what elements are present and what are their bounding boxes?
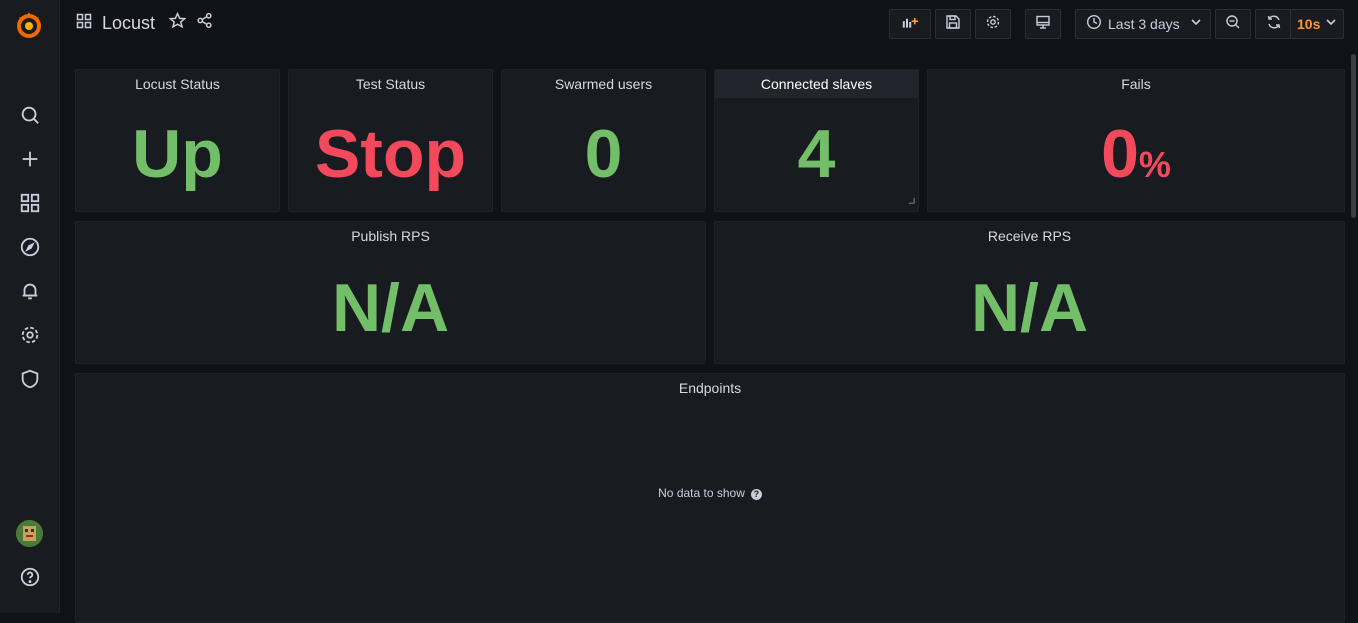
grafana-logo-icon[interactable] (12, 8, 46, 42)
panel-publish-rps[interactable]: Publish RPS N/A (75, 221, 706, 364)
no-data-text: No data to show (658, 486, 745, 500)
explore-compass-icon[interactable] (14, 231, 46, 263)
panel-title[interactable]: Fails (928, 76, 1344, 92)
dashboard-navbar: Locust Last 3 days 10s (60, 0, 1358, 52)
panel-title[interactable]: Receive RPS (715, 228, 1344, 244)
view-mode-button[interactable] (1025, 9, 1061, 39)
gear-icon (985, 14, 1001, 35)
dashboard-grid-icon (76, 13, 92, 34)
panel-title[interactable]: Publish RPS (76, 228, 705, 244)
panel-title[interactable]: Connected slaves (715, 70, 918, 98)
stat-unit: % (1138, 144, 1171, 185)
save-dashboard-button[interactable] (935, 9, 971, 39)
stat-value: 4 (797, 116, 836, 192)
resize-handle-icon[interactable] (908, 191, 915, 209)
zoom-out-button[interactable] (1215, 9, 1251, 39)
add-panel-button[interactable] (889, 9, 931, 39)
dashboards-grid-icon[interactable] (14, 187, 46, 219)
panel-title[interactable]: Locust Status (76, 76, 279, 92)
dashboard-settings-button[interactable] (975, 9, 1011, 39)
refresh-interval-label: 10s (1297, 16, 1321, 32)
star-icon[interactable] (168, 11, 187, 34)
clock-icon (1086, 14, 1102, 35)
panel-receive-rps[interactable]: Receive RPS N/A (714, 221, 1345, 364)
alerting-bell-icon[interactable] (14, 275, 46, 307)
panel-fails[interactable]: Fails 0% (927, 69, 1345, 212)
no-data-message: No data to show? (76, 486, 1344, 500)
configuration-gear-icon[interactable] (14, 319, 46, 351)
panel-endpoints[interactable]: Endpoints No data to show? (75, 373, 1345, 623)
page-scrollbar[interactable] (1351, 54, 1356, 218)
chevron-down-icon (1188, 14, 1204, 35)
refresh-button[interactable] (1255, 9, 1291, 39)
chevron-down-icon (1323, 14, 1339, 35)
zoom-out-icon (1225, 14, 1241, 35)
sidebar (0, 0, 60, 613)
panel-locust-status[interactable]: Locust Status Up (75, 69, 280, 212)
panel-swarmed-users[interactable]: Swarmed users 0 (501, 69, 706, 212)
panel-connected-slaves[interactable]: Connected slaves 4 (714, 69, 919, 212)
panel-title[interactable]: Test Status (289, 76, 492, 92)
search-icon[interactable] (14, 99, 46, 131)
help-question-icon[interactable]: ? (750, 489, 762, 500)
panel-title[interactable]: Swarmed users (502, 76, 705, 92)
stat-value: N/A (331, 270, 450, 346)
time-range-label: Last 3 days (1108, 16, 1180, 32)
stat-value: Up (132, 116, 223, 192)
panel-title[interactable]: Endpoints (76, 380, 1344, 396)
server-admin-shield-icon[interactable] (14, 363, 46, 395)
user-avatar[interactable] (16, 520, 43, 547)
time-range-picker[interactable]: Last 3 days (1075, 9, 1211, 39)
stat-value: 0 (1101, 116, 1139, 192)
dashboard-title[interactable]: Locust (102, 13, 155, 34)
panel-test-status[interactable]: Test Status Stop (288, 69, 493, 212)
stat-value: N/A (970, 270, 1089, 346)
add-panel-icon (902, 14, 918, 35)
help-icon[interactable] (14, 561, 46, 593)
create-plus-icon[interactable] (14, 143, 46, 175)
stat-value: Stop (314, 116, 467, 192)
save-icon (945, 14, 961, 35)
share-icon[interactable] (196, 12, 213, 34)
monitor-icon (1035, 14, 1051, 35)
stat-value: 0 (584, 116, 623, 192)
stat-value-wrap: 0% (928, 114, 1344, 213)
refresh-interval-picker[interactable]: 10s (1290, 9, 1344, 39)
refresh-icon (1266, 14, 1282, 35)
